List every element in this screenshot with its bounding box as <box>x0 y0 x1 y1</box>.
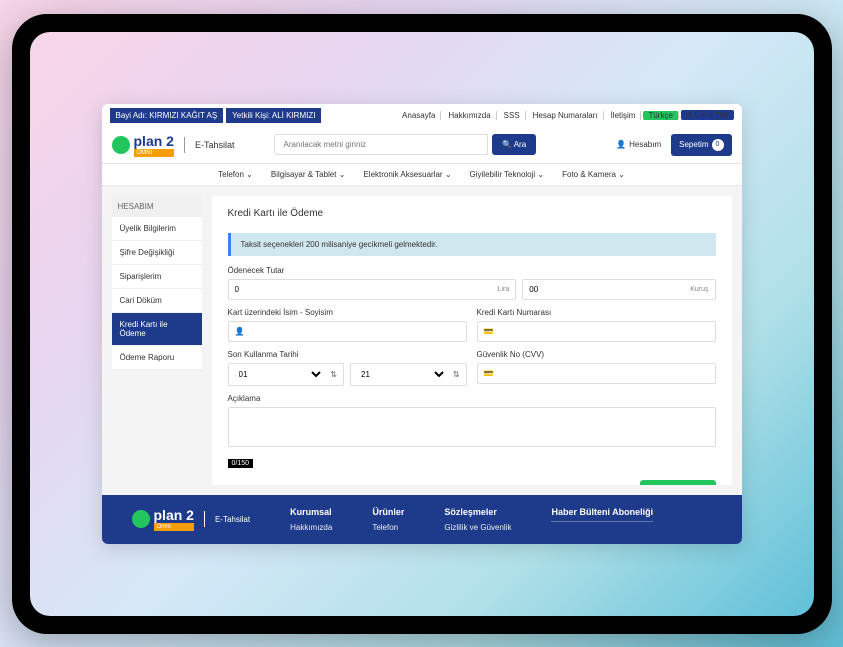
app-window: Bayi Adı: KIRMIZI KAĞIT AŞ Yetkili Kişi:… <box>102 104 742 544</box>
cvv-input[interactable] <box>499 364 714 383</box>
page-title: Kredi Kartı ile Ödeme <box>228 208 716 219</box>
amount-kurus-group: Kuruş <box>522 279 715 300</box>
cart-button[interactable]: Sepetim 0 <box>671 134 731 156</box>
card-number-input[interactable] <box>499 322 714 341</box>
footer: plan 2 Omni E-Tahsilat Kurumsal Hakkımız… <box>102 495 742 544</box>
search-bar: 🔍 Ara <box>274 134 536 155</box>
person-icon: 👤 <box>229 327 251 336</box>
footer-link[interactable]: Hakkımızda <box>290 523 332 532</box>
language-button[interactable]: Türkçe <box>643 111 678 120</box>
expiry-year-select[interactable]: 21 <box>351 364 447 385</box>
footer-col-products: Ürünler Telefon <box>372 507 404 532</box>
desc-label: Açıklama <box>228 394 716 403</box>
nav-computer[interactable]: Bilgisayar & Tablet ⌄ <box>271 170 346 179</box>
cart-count: 0 <box>712 139 724 151</box>
brand-name: plan 2 <box>134 133 174 149</box>
nav-accessories[interactable]: Elektronik Aksesuarlar ⌄ <box>363 170 451 179</box>
amount-kurus-input[interactable] <box>523 280 684 299</box>
brand-omni: OMNI <box>134 149 174 157</box>
cvv-label: Güvenlik No (CVV) <box>477 350 716 359</box>
brand-sub: E-Tahsilat <box>195 140 235 150</box>
logo-icon <box>112 136 130 154</box>
main-nav: Telefon ⌄ Bilgisayar & Tablet ⌄ Elektron… <box>102 164 742 186</box>
sidebar-item-profile[interactable]: Üyelik Bilgilerim <box>112 217 202 241</box>
link-accounts[interactable]: Hesap Numaraları <box>528 111 604 120</box>
content-area: HESABIM Üyelik Bilgilerim Şifre Değişikl… <box>102 186 742 495</box>
amount-label: Ödenecek Tutar <box>228 266 716 275</box>
kurus-suffix: Kuruş <box>684 286 714 293</box>
sidebar-item-password[interactable]: Şifre Değişikliği <box>112 241 202 265</box>
description-textarea[interactable] <box>228 407 716 447</box>
nav-photo[interactable]: Foto & Kamera ⌄ <box>562 170 625 179</box>
footer-link[interactable]: Telefon <box>372 523 404 532</box>
sidebar: HESABIM Üyelik Bilgilerim Şifre Değişikl… <box>112 196 202 485</box>
footer-col-corporate: Kurumsal Hakkımızda <box>290 507 332 532</box>
expiry-month-select[interactable]: 01 <box>229 364 325 385</box>
logo-icon <box>132 510 150 528</box>
stepper-icon: ⇅ <box>324 370 343 379</box>
link-home[interactable]: Anasayfa <box>397 111 441 120</box>
link-faq[interactable]: SSS <box>499 111 526 120</box>
amount-lira-group: Lira <box>228 279 517 300</box>
card-icon: 💳 <box>478 369 500 378</box>
cardholder-input[interactable] <box>250 322 465 341</box>
stepper-icon: ⇅ <box>447 370 466 379</box>
char-counter: 0/150 <box>228 459 254 468</box>
search-input[interactable] <box>274 134 487 155</box>
nav-wearable[interactable]: Giyilebilir Teknoloji ⌄ <box>470 170 545 179</box>
footer-logo: plan 2 Omni E-Tahsilat <box>132 507 251 532</box>
submit-button[interactable]: Ödeme Yap <box>640 480 715 485</box>
logout-button[interactable]: ⎆ Çıkış Yap <box>681 110 734 120</box>
link-contact[interactable]: İletişim <box>606 111 642 120</box>
footer-link[interactable]: Gizlilik ve Güvenlik <box>444 523 511 532</box>
sidebar-item-payment[interactable]: Kredi Kartı ile Ödeme <box>112 313 202 346</box>
sidebar-item-ledger[interactable]: Cari Döküm <box>112 289 202 313</box>
footer-col-agreements: Sözleşmeler Gizlilik ve Güvenlik <box>444 507 511 532</box>
main-panel: Kredi Kartı ile Ödeme Taksit seçenekleri… <box>212 196 732 485</box>
top-bar: Bayi Adı: KIRMIZI KAĞIT AŞ Yetkili Kişi:… <box>102 104 742 127</box>
topbar-links: Anasayfa Hakkımızda SSS Hesap Numaraları… <box>397 110 733 120</box>
expiry-label: Son Kullanma Tarihi <box>228 350 467 359</box>
logo-divider <box>184 137 185 153</box>
authorized-tag: Yetkili Kişi: ALİ KIRMIZI <box>226 108 321 123</box>
search-button[interactable]: 🔍 Ara <box>492 134 536 155</box>
link-about[interactable]: Hakkımızda <box>443 111 496 120</box>
name-label: Kart üzerindeki İsim - Soyisim <box>228 308 467 317</box>
user-icon: 👤 <box>616 140 626 149</box>
tablet-frame: Bayi Adı: KIRMIZI KAĞIT AŞ Yetkili Kişi:… <box>12 14 832 634</box>
sidebar-header: HESABIM <box>112 196 202 217</box>
logo[interactable]: plan 2 OMNI E-Tahsilat <box>112 133 235 157</box>
sidebar-item-orders[interactable]: Siparişlerim <box>112 265 202 289</box>
card-icon: 💳 <box>478 327 500 336</box>
nav-phone[interactable]: Telefon ⌄ <box>218 170 253 179</box>
amount-lira-input[interactable] <box>229 280 492 299</box>
dealer-tag: Bayi Adı: KIRMIZI KAĞIT AŞ <box>110 108 224 123</box>
account-link[interactable]: 👤 Hesabım <box>616 140 661 149</box>
header: plan 2 OMNI E-Tahsilat 🔍 Ara 👤 Hesabım S… <box>102 127 742 164</box>
footer-newsletter: Haber Bülteni Aboneliği <box>551 507 653 532</box>
info-alert: Taksit seçenekleri 200 milisaniye gecikm… <box>228 233 716 256</box>
tablet-screen: Bayi Adı: KIRMIZI KAĞIT AŞ Yetkili Kişi:… <box>30 32 814 616</box>
sidebar-item-report[interactable]: Ödeme Raporu <box>112 346 202 370</box>
card-label: Kredi Kartı Numarası <box>477 308 716 317</box>
lira-suffix: Lira <box>492 286 516 293</box>
